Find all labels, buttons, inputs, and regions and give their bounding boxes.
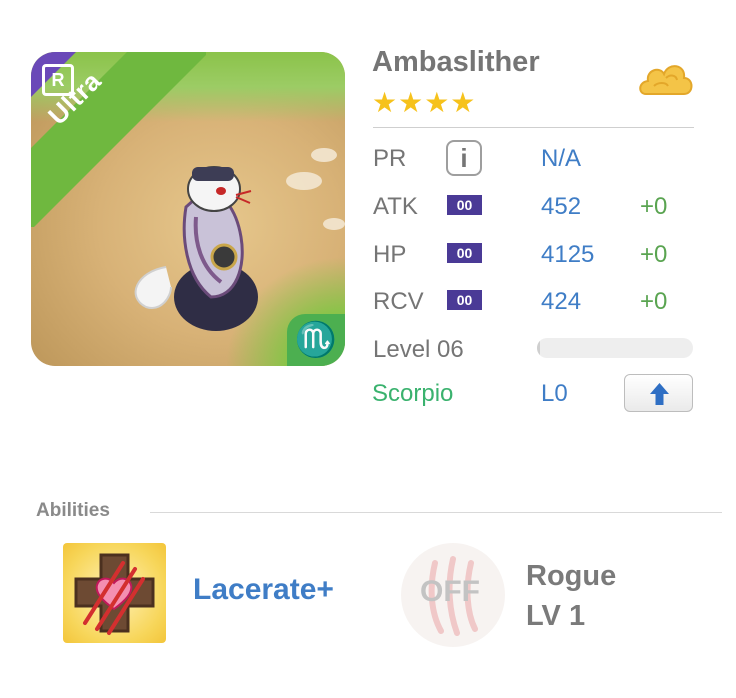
stone-decoration (286, 172, 322, 190)
atk-plus-badge: 00 (447, 195, 482, 215)
snake-creature-icon (134, 166, 258, 331)
zodiac-label: Scorpio (372, 380, 454, 407)
active-ability-name[interactable]: Lacerate+ (193, 573, 334, 607)
hp-plus-badge: 00 (447, 243, 482, 263)
atk-label: ATK (373, 193, 418, 220)
rcv-plus-badge: 00 (447, 290, 482, 310)
zodiac-sign-badge: ♏ (287, 314, 345, 366)
pr-value: N/A (541, 145, 582, 172)
hp-bonus: +0 (640, 241, 668, 268)
arrow-up-icon (650, 383, 669, 405)
info-button[interactable]: i (446, 140, 482, 176)
abilities-title: Abilities (36, 500, 110, 521)
star-rating: ★★★★ (372, 87, 477, 118)
stone-decoration (323, 218, 345, 230)
monster-portrait[interactable]: Ultra R ♏ (31, 52, 345, 366)
monster-name: Ambaslither (372, 46, 540, 78)
passive-ability-name: Rogue (526, 560, 617, 592)
level-progress-fill (537, 338, 541, 358)
hp-value: 4125 (541, 241, 595, 268)
atk-bonus: +0 (640, 193, 668, 220)
rarity-badge: R (42, 64, 74, 96)
skill-level: L0 (541, 380, 568, 407)
stone-decoration (311, 148, 337, 162)
rcv-bonus: +0 (640, 288, 668, 315)
abilities-divider (150, 512, 722, 513)
cloud-icon (639, 65, 693, 95)
hp-label: HP (373, 241, 407, 268)
atk-value: 452 (541, 193, 582, 220)
rcv-label: RCV (373, 288, 424, 315)
cross-heart-icon (74, 553, 155, 635)
upgrade-button[interactable] (624, 374, 693, 412)
level-label: Level 06 (373, 336, 464, 363)
passive-state: OFF (420, 575, 480, 608)
lacerate-ability-icon[interactable] (63, 543, 166, 643)
rcv-value: 424 (541, 288, 582, 315)
pr-label: PR (373, 145, 407, 172)
header-divider (373, 127, 694, 128)
passive-ability-level: LV 1 (526, 600, 586, 632)
level-progress-bar (537, 338, 693, 358)
